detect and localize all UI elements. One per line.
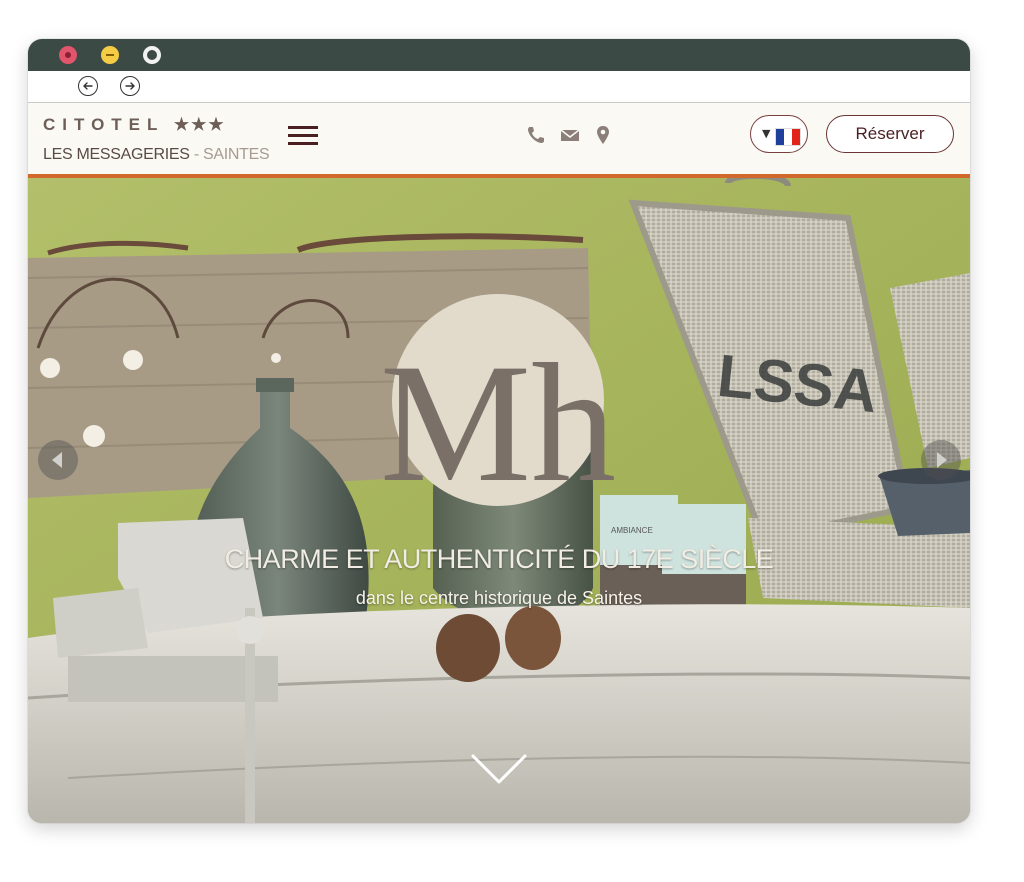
chevron-right-icon [937, 452, 947, 468]
logo-brand: CITOTEL [43, 115, 165, 134]
logo-brand-line: CITOTEL ★★★ [43, 115, 226, 135]
logo-separator: - [189, 146, 203, 163]
logo-hotel-line: LES MESSAGERIES - SAINTES [43, 146, 270, 164]
language-selector[interactable]: ▼ [750, 115, 808, 153]
logo-hotel-name: LES MESSAGERIES [43, 146, 190, 163]
forward-button[interactable] [120, 76, 140, 96]
arrow-right-icon [125, 82, 135, 90]
hamburger-line [288, 126, 318, 129]
minimize-window-button[interactable] [101, 46, 119, 64]
hero-image: LSSA AMBIANCE Mh [28, 178, 970, 823]
mail-icon[interactable] [560, 125, 580, 145]
fr-flag-icon [775, 128, 801, 146]
chevron-left-icon [52, 452, 62, 468]
browser-window: CITOTEL ★★★ LES MESSAGERIES - SAINTES ▼ [28, 39, 970, 823]
phone-icon[interactable] [526, 125, 546, 145]
fullscreen-window-button[interactable] [143, 46, 161, 64]
logo-stars: ★★★ [173, 115, 226, 134]
hotel-monogram-logo: Mh [380, 329, 616, 517]
reserve-button[interactable]: Réserver [826, 115, 954, 153]
hamburger-line [288, 142, 318, 145]
caret-down-icon: ▼ [762, 127, 771, 140]
arrow-left-icon [83, 82, 93, 90]
back-button[interactable] [78, 76, 98, 96]
location-pin-icon[interactable] [593, 125, 613, 145]
browser-navbar [28, 71, 970, 103]
logo-city: SAINTES [203, 146, 270, 163]
slider-next-button[interactable] [921, 440, 961, 480]
hero-subtitle: dans le centre historique de Saintes [355, 588, 643, 608]
slider-prev-button[interactable] [38, 440, 78, 480]
close-window-button[interactable] [59, 46, 77, 64]
site-header: CITOTEL ★★★ LES MESSAGERIES - SAINTES ▼ [28, 103, 970, 178]
window-titlebar [28, 39, 970, 71]
scroll-down-chevron-icon[interactable] [470, 753, 528, 787]
hero-slider: LSSA AMBIANCE Mh CHARME ET AUTHENTICITÉ … [28, 178, 970, 823]
hamburger-menu-button[interactable] [288, 126, 318, 146]
hamburger-line [288, 134, 318, 137]
candle-label: AMBIANCE [611, 526, 653, 535]
hero-title: CHARME ET AUTHENTICITÉ DU 17E SIÈCLE [224, 544, 774, 574]
